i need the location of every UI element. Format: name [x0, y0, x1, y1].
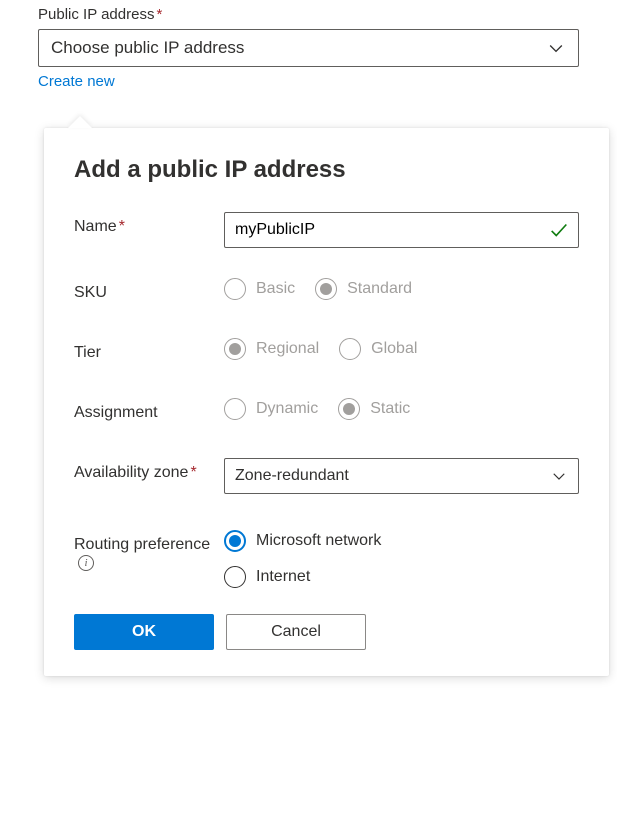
sku-standard-radio: Standard — [315, 278, 412, 300]
name-row: Name* — [74, 212, 579, 248]
radio-icon — [224, 566, 246, 588]
assignment-row: Assignment Dynamic Static — [74, 398, 579, 422]
tier-row: Tier Regional Global — [74, 338, 579, 362]
radio-icon — [315, 278, 337, 300]
availability-zone-label: Availability zone* — [74, 458, 224, 482]
radio-icon — [224, 530, 246, 552]
sku-standard-label: Standard — [347, 280, 412, 298]
public-ip-placeholder: Choose public IP address — [51, 38, 244, 58]
availability-zone-select[interactable]: Zone-redundant — [224, 458, 579, 494]
required-indicator: * — [156, 6, 162, 23]
required-indicator: * — [119, 218, 125, 235]
radio-icon — [224, 398, 246, 420]
tier-global-label: Global — [371, 340, 417, 358]
routing-internet-label: Internet — [256, 568, 310, 586]
tier-label: Tier — [74, 338, 224, 362]
radio-icon — [224, 338, 246, 360]
sku-row: SKU Basic Standard — [74, 278, 579, 302]
routing-row: Routing preference i Microsoft network I… — [74, 530, 579, 588]
public-ip-field: Public IP address* Choose public IP addr… — [38, 0, 579, 90]
add-public-ip-popup: Add a public IP address Name* SKU Basic … — [44, 128, 609, 676]
assignment-dynamic-label: Dynamic — [256, 400, 318, 418]
sku-label: SKU — [74, 278, 224, 302]
assignment-static-radio: Static — [338, 398, 410, 420]
popup-title: Add a public IP address — [74, 156, 579, 184]
routing-microsoft-radio[interactable]: Microsoft network — [224, 530, 579, 552]
name-input-wrap — [224, 212, 579, 248]
required-indicator: * — [190, 464, 196, 481]
public-ip-select[interactable]: Choose public IP address — [38, 29, 579, 67]
chevron-down-icon — [546, 38, 566, 58]
name-label: Name* — [74, 212, 224, 236]
button-row: OK Cancel — [74, 614, 579, 650]
availability-zone-value: Zone-redundant — [235, 467, 349, 485]
availability-zone-row: Availability zone* Zone-redundant — [74, 458, 579, 494]
chevron-down-icon — [550, 467, 568, 485]
routing-internet-radio[interactable]: Internet — [224, 566, 579, 588]
radio-icon — [224, 278, 246, 300]
routing-microsoft-label: Microsoft network — [256, 532, 381, 550]
radio-icon — [338, 398, 360, 420]
assignment-static-label: Static — [370, 400, 410, 418]
name-input[interactable] — [225, 213, 548, 247]
sku-basic-radio: Basic — [224, 278, 295, 300]
info-icon[interactable]: i — [78, 555, 94, 571]
ok-button[interactable]: OK — [74, 614, 214, 650]
tier-regional-radio: Regional — [224, 338, 319, 360]
assignment-dynamic-radio: Dynamic — [224, 398, 318, 420]
routing-label: Routing preference i — [74, 530, 224, 572]
cancel-button[interactable]: Cancel — [226, 614, 366, 650]
tier-global-radio: Global — [339, 338, 417, 360]
radio-icon — [339, 338, 361, 360]
create-new-link[interactable]: Create new — [38, 73, 115, 90]
sku-basic-label: Basic — [256, 280, 295, 298]
public-ip-label: Public IP address* — [38, 6, 579, 23]
assignment-label: Assignment — [74, 398, 224, 422]
tier-regional-label: Regional — [256, 340, 319, 358]
check-icon — [548, 219, 570, 241]
